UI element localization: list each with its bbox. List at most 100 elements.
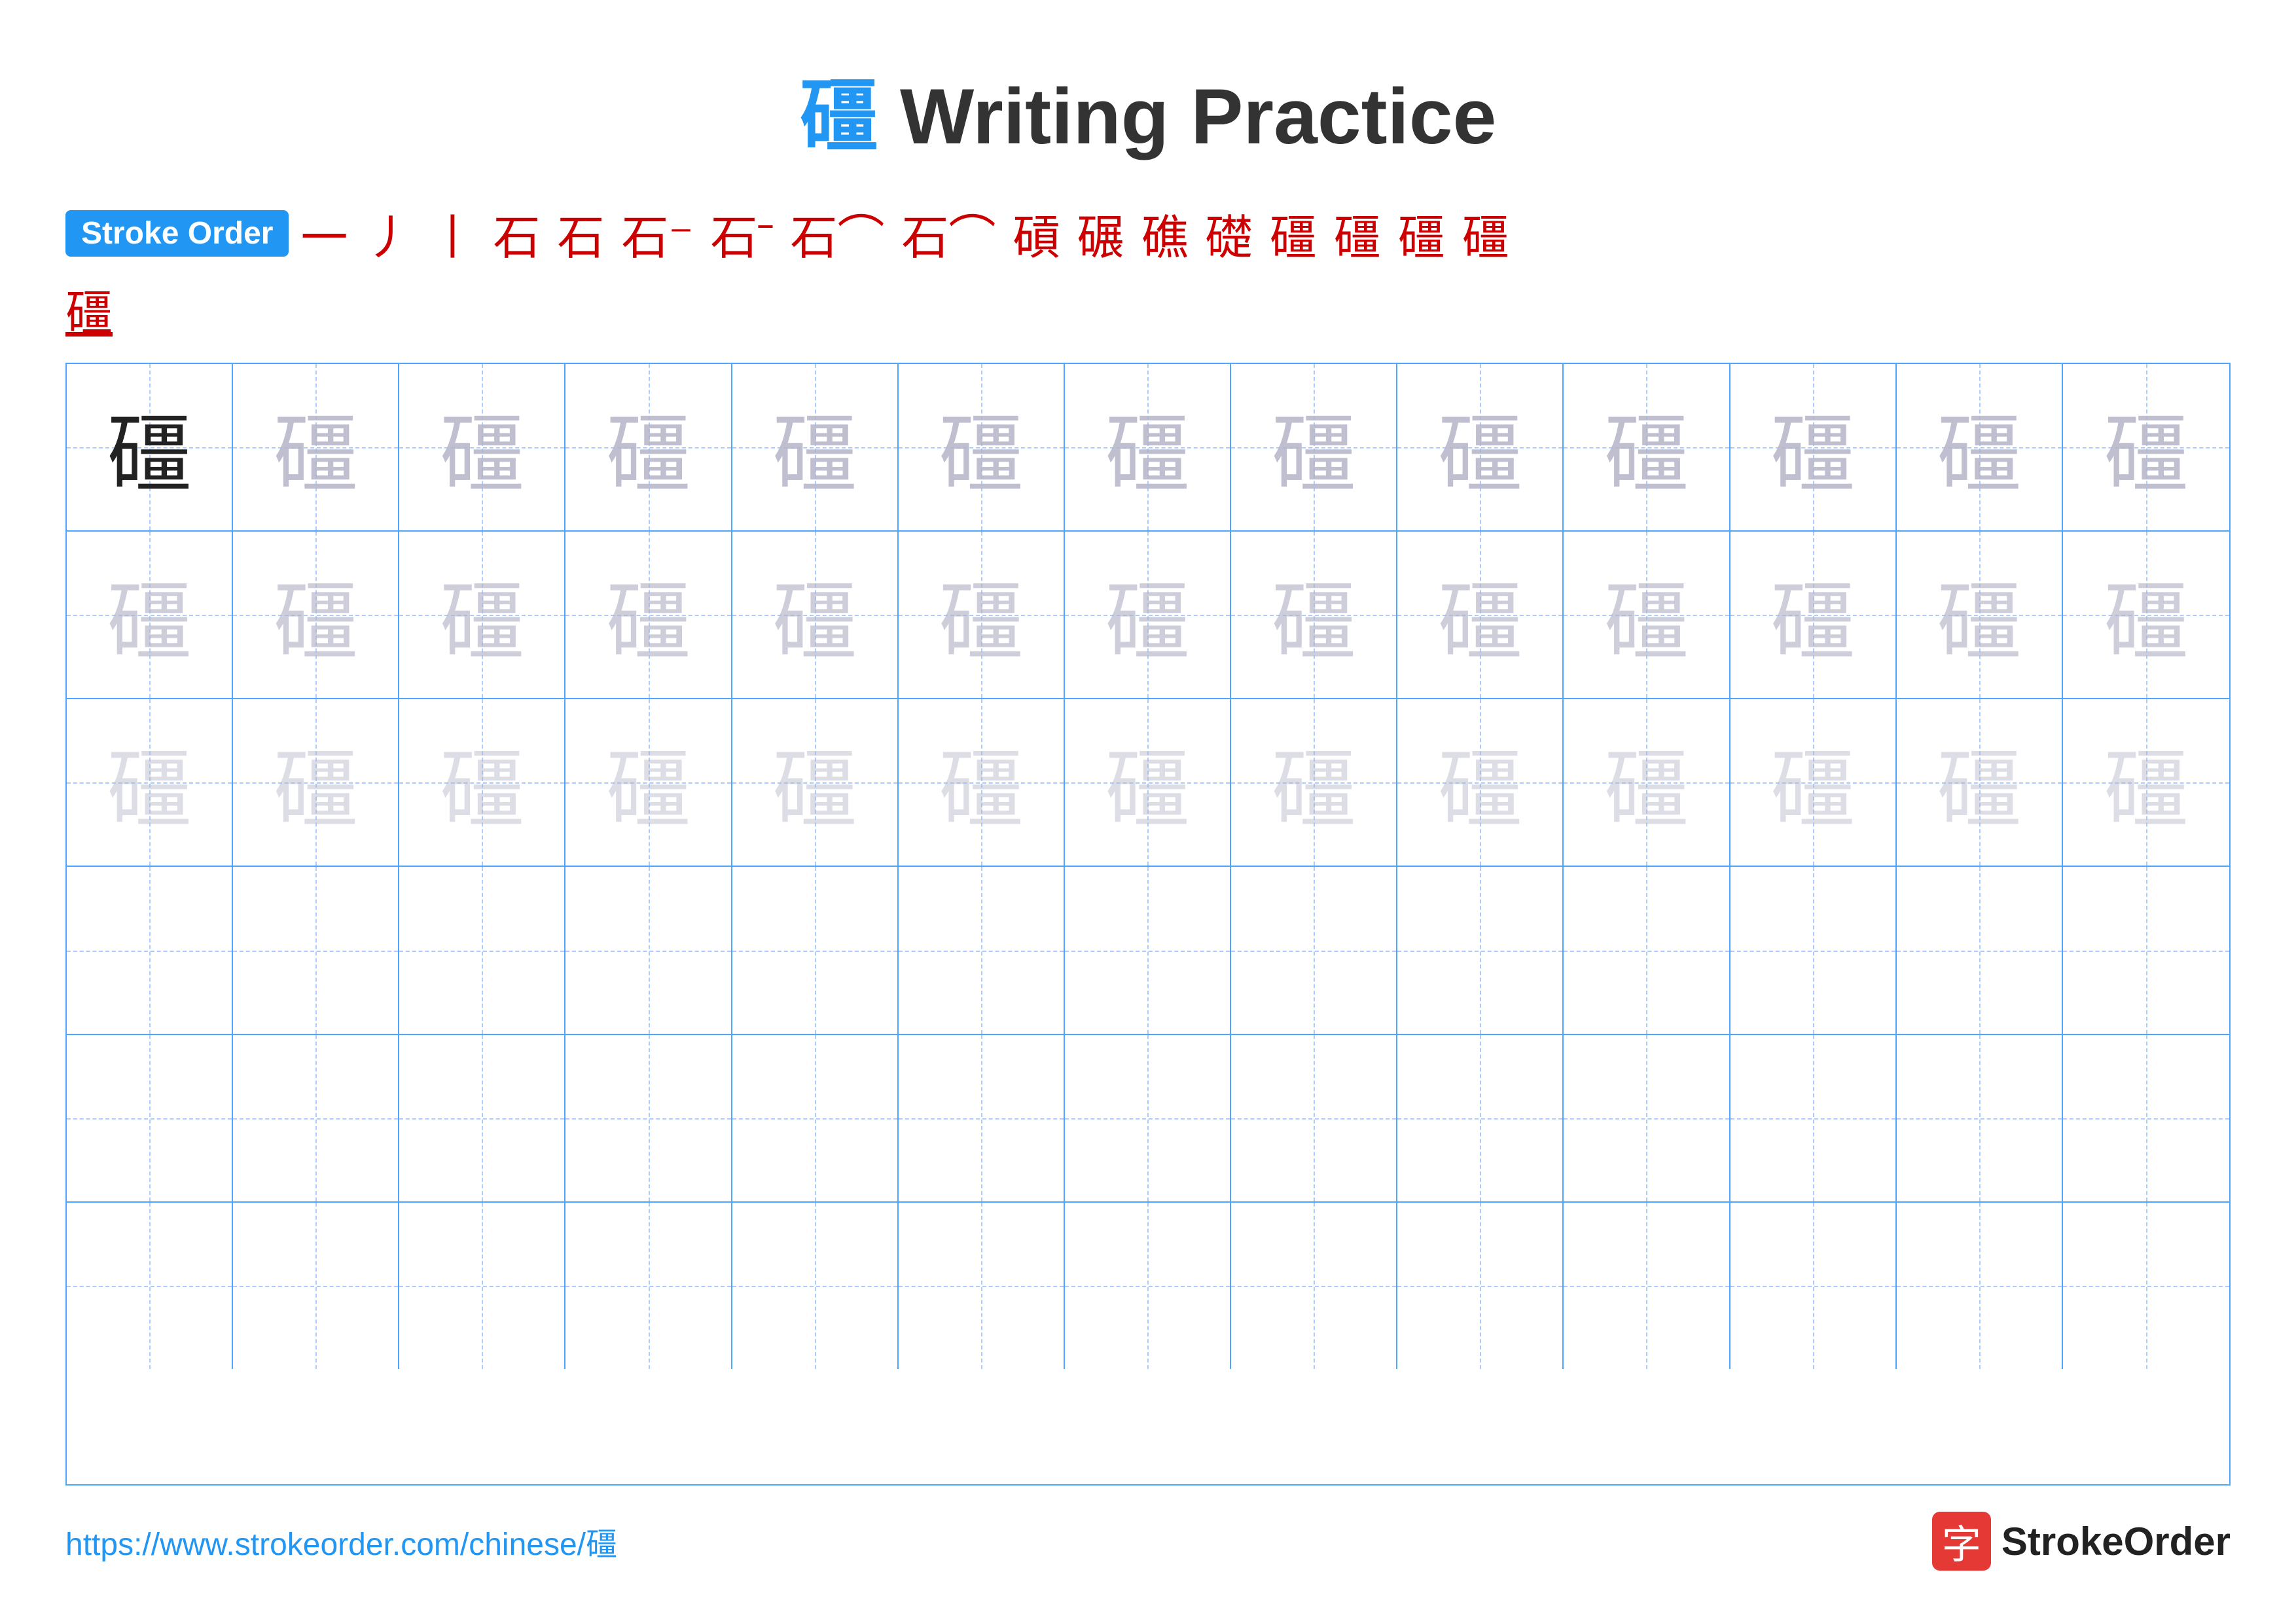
grid-cell-6-12[interactable] <box>1897 1203 2063 1369</box>
grid-cell-6-3[interactable] <box>399 1203 565 1369</box>
char-guide: 礓 <box>273 721 358 844</box>
char-guide: 礓 <box>1937 721 2022 844</box>
grid-cell-2-2[interactable]: 礓 <box>233 532 399 698</box>
char-guide: 礓 <box>273 553 358 676</box>
grid-cell-4-10[interactable] <box>1564 867 1730 1033</box>
grid-cell-1-9[interactable]: 礓 <box>1397 364 1564 530</box>
grid-cell-4-13[interactable] <box>2063 867 2229 1033</box>
grid-cell-6-5[interactable] <box>732 1203 899 1369</box>
grid-cell-4-12[interactable] <box>1897 867 2063 1033</box>
grid-cell-1-5[interactable]: 礓 <box>732 364 899 530</box>
char-guide: 礓 <box>1105 553 1190 676</box>
grid-cell-2-6[interactable]: 礓 <box>899 532 1065 698</box>
grid-cell-3-12[interactable]: 礓 <box>1897 699 2063 866</box>
grid-cell-5-10[interactable] <box>1564 1035 1730 1201</box>
grid-cell-4-7[interactable] <box>1065 867 1231 1033</box>
grid-cell-3-11[interactable]: 礓 <box>1731 699 1897 866</box>
grid-cell-2-7[interactable]: 礓 <box>1065 532 1231 698</box>
grid-cell-4-5[interactable] <box>732 867 899 1033</box>
grid-cell-6-10[interactable] <box>1564 1203 1730 1369</box>
logo-char: 字 <box>1942 1513 1981 1570</box>
grid-cell-6-6[interactable] <box>899 1203 1065 1369</box>
grid-cell-3-5[interactable]: 礓 <box>732 699 899 866</box>
grid-cell-3-8[interactable]: 礓 <box>1231 699 1397 866</box>
char-guide: 礓 <box>606 721 691 844</box>
grid-cell-2-12[interactable]: 礓 <box>1897 532 2063 698</box>
grid-cell-6-1[interactable] <box>67 1203 233 1369</box>
grid-cell-1-3[interactable]: 礓 <box>399 364 565 530</box>
grid-cell-6-2[interactable] <box>233 1203 399 1369</box>
grid-row-1: 礓 礓 礓 礓 礓 礓 礓 礓 礓 <box>67 364 2229 532</box>
grid-cell-5-1[interactable] <box>67 1035 233 1201</box>
grid-cell-6-8[interactable] <box>1231 1203 1397 1369</box>
stroke-4: 石 <box>493 199 540 268</box>
char-guide: 礓 <box>1437 721 1522 844</box>
grid-row-3: 礓 礓 礓 礓 礓 礓 礓 礓 礓 <box>67 699 2229 867</box>
grid-cell-5-13[interactable] <box>2063 1035 2229 1201</box>
grid-cell-3-13[interactable]: 礓 <box>2063 699 2229 866</box>
grid-row-6 <box>67 1203 2229 1369</box>
grid-cell-4-11[interactable] <box>1731 867 1897 1033</box>
grid-cell-5-8[interactable] <box>1231 1035 1397 1201</box>
stroke-7: 石ˉ <box>711 199 774 268</box>
stroke-12: 礁 <box>1141 199 1189 268</box>
grid-cell-2-13[interactable]: 礓 <box>2063 532 2229 698</box>
grid-cell-4-9[interactable] <box>1397 867 1564 1033</box>
grid-cell-1-12[interactable]: 礓 <box>1897 364 2063 530</box>
grid-cell-2-9[interactable]: 礓 <box>1397 532 1564 698</box>
grid-cell-2-3[interactable]: 礓 <box>399 532 565 698</box>
grid-cell-2-11[interactable]: 礓 <box>1731 532 1897 698</box>
grid-cell-1-13[interactable]: 礓 <box>2063 364 2229 530</box>
grid-cell-4-8[interactable] <box>1231 867 1397 1033</box>
grid-cell-1-6[interactable]: 礓 <box>899 364 1065 530</box>
grid-cell-6-9[interactable] <box>1397 1203 1564 1369</box>
grid-cell-1-11[interactable]: 礓 <box>1731 364 1897 530</box>
grid-cell-3-10[interactable]: 礓 <box>1564 699 1730 866</box>
grid-cell-4-1[interactable] <box>67 867 233 1033</box>
grid-cell-2-4[interactable]: 礓 <box>565 532 732 698</box>
char-guide: 礓 <box>606 386 691 509</box>
grid-cell-4-4[interactable] <box>565 867 732 1033</box>
grid-cell-5-3[interactable] <box>399 1035 565 1201</box>
grid-cell-6-4[interactable] <box>565 1203 732 1369</box>
grid-cell-3-4[interactable]: 礓 <box>565 699 732 866</box>
grid-cell-5-11[interactable] <box>1731 1035 1897 1201</box>
grid-cell-1-2[interactable]: 礓 <box>233 364 399 530</box>
grid-cell-2-10[interactable]: 礓 <box>1564 532 1730 698</box>
stroke-17: 礓 <box>1462 199 1509 268</box>
grid-cell-5-6[interactable] <box>899 1035 1065 1201</box>
grid-cell-5-4[interactable] <box>565 1035 732 1201</box>
grid-cell-5-7[interactable] <box>1065 1035 1231 1201</box>
grid-cell-5-12[interactable] <box>1897 1035 2063 1201</box>
char-guide: 礓 <box>439 721 524 844</box>
grid-cell-3-3[interactable]: 礓 <box>399 699 565 866</box>
stroke-order-row-1: Stroke Order 一 丿 丨 石 石 石⁻ 石ˉ 石⌒ 石⌒ 碽 碾 礁… <box>65 199 2231 268</box>
grid-cell-3-7[interactable]: 礓 <box>1065 699 1231 866</box>
char-guide: 礓 <box>939 386 1024 509</box>
grid-cell-6-7[interactable] <box>1065 1203 1231 1369</box>
grid-cell-5-5[interactable] <box>732 1035 899 1201</box>
grid-cell-3-1[interactable]: 礓 <box>67 699 233 866</box>
grid-cell-2-1[interactable]: 礓 <box>67 532 233 698</box>
grid-cell-5-9[interactable] <box>1397 1035 1564 1201</box>
grid-cell-6-11[interactable] <box>1731 1203 1897 1369</box>
grid-cell-2-8[interactable]: 礓 <box>1231 532 1397 698</box>
char-guide: 礓 <box>1271 553 1356 676</box>
grid-cell-1-4[interactable]: 礓 <box>565 364 732 530</box>
grid-cell-4-3[interactable] <box>399 867 565 1033</box>
grid-cell-1-8[interactable]: 礓 <box>1231 364 1397 530</box>
grid-cell-4-2[interactable] <box>233 867 399 1033</box>
grid-cell-3-6[interactable]: 礓 <box>899 699 1065 866</box>
grid-cell-1-7[interactable]: 礓 <box>1065 364 1231 530</box>
grid-cell-4-6[interactable] <box>899 867 1065 1033</box>
stroke-15: 礓 <box>1334 199 1381 268</box>
grid-cell-6-13[interactable] <box>2063 1203 2229 1369</box>
grid-cell-2-5[interactable]: 礓 <box>732 532 899 698</box>
stroke-8: 石⌒ <box>791 199 885 268</box>
grid-cell-1-1[interactable]: 礓 <box>67 364 233 530</box>
grid-cell-1-10[interactable]: 礓 <box>1564 364 1730 530</box>
grid-cell-3-2[interactable]: 礓 <box>233 699 399 866</box>
grid-cell-5-2[interactable] <box>233 1035 399 1201</box>
stroke-9: 石⌒ <box>902 199 996 268</box>
grid-cell-3-9[interactable]: 礓 <box>1397 699 1564 866</box>
